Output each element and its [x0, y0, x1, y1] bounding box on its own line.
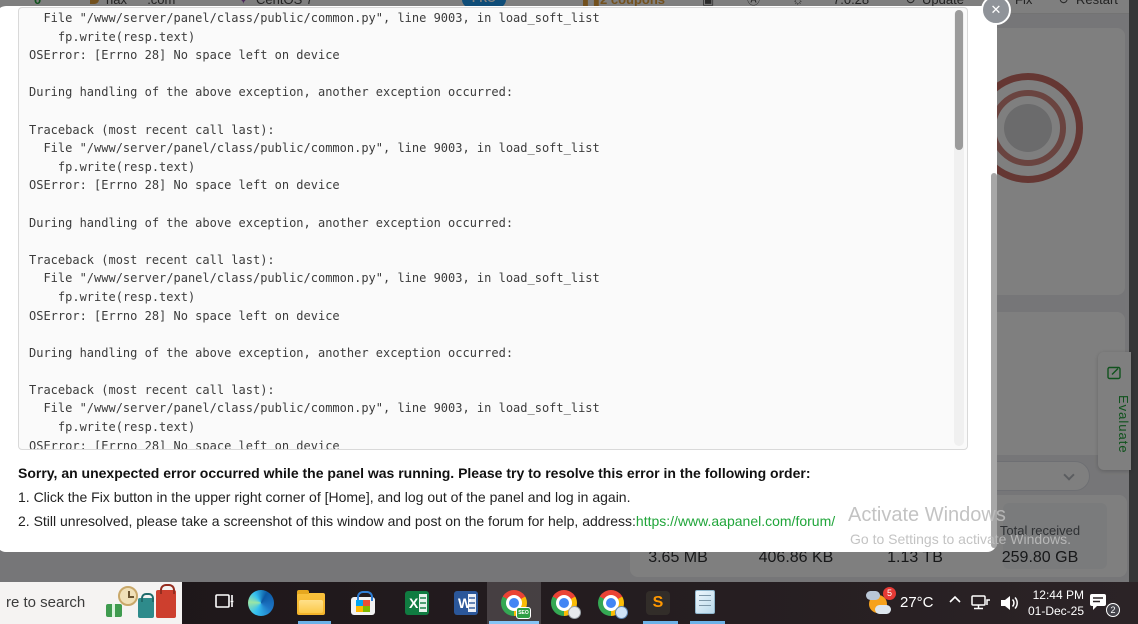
taskbar-clock[interactable]: 12:44 PM 01-Dec-25	[1022, 587, 1084, 619]
notepad-icon	[695, 590, 715, 614]
notepad-button[interactable]	[692, 590, 718, 616]
network-button[interactable]	[970, 593, 992, 624]
taskbar-search[interactable]: re to search	[0, 582, 182, 624]
excel-button[interactable]: X	[405, 590, 431, 616]
weather-button[interactable]: 5	[866, 587, 896, 617]
chrome-badge-2	[568, 606, 581, 619]
action-center-button[interactable]: 2	[1088, 591, 1120, 617]
chrome-badge-3	[615, 606, 628, 619]
error-step-1: 1. Click the Fix button in the upper rig…	[18, 489, 631, 505]
chrome-profile-badge: SEO	[516, 607, 531, 619]
edge-icon	[248, 590, 274, 616]
sublime-button[interactable]: S	[646, 590, 672, 616]
close-icon: ✕	[990, 2, 1002, 17]
network-icon	[971, 595, 990, 610]
show-hidden-icons-button[interactable]	[948, 595, 962, 624]
error-heading: Sorry, an unexpected error occurred whil…	[18, 465, 811, 481]
teal-bag-icon	[138, 593, 154, 618]
folder-icon	[297, 590, 325, 615]
word-button[interactable]: W	[454, 590, 480, 616]
clock-date: 01-Dec-25	[1027, 604, 1084, 618]
chrome-button-3[interactable]	[598, 590, 628, 619]
clock-illustration-icon	[118, 586, 138, 606]
chevron-up-icon	[949, 595, 961, 603]
store-icon	[351, 591, 375, 615]
modal-scroll-thumb[interactable]	[991, 173, 997, 548]
search-illustration	[104, 582, 182, 624]
windows-taskbar: re to search X W SEO S 5 27°C 12:44 PM 0…	[0, 582, 1138, 624]
chrome-button-active[interactable]: SEO	[501, 590, 531, 619]
gift-icon	[106, 604, 122, 617]
traceback-scroll-thumb[interactable]	[955, 10, 963, 150]
screen: 0 nax****.com ✦ CentOS 7 PRO ❚❚ 2 coupon…	[0, 0, 1138, 624]
task-view-button[interactable]	[213, 590, 239, 616]
edge-button[interactable]	[248, 590, 274, 616]
volume-icon	[1001, 596, 1018, 610]
weather-alert-badge: 5	[883, 587, 896, 600]
search-input[interactable]: re to search	[6, 594, 85, 611]
microsoft-store-button[interactable]	[351, 590, 377, 616]
error-step-2-text: 2. Still unresolved, please take a scree…	[18, 513, 636, 529]
volume-button[interactable]	[998, 593, 1020, 624]
temperature-label[interactable]: 27°C	[900, 594, 934, 611]
traceback-text[interactable]: File "/www/server/panel/class/public/com…	[19, 8, 953, 449]
word-icon: W	[454, 591, 478, 615]
error-modal: File "/www/server/panel/class/public/com…	[0, 0, 1011, 552]
notification-count-badge: 2	[1106, 603, 1120, 617]
red-bag-icon	[156, 584, 176, 618]
chrome-button-2[interactable]	[551, 590, 581, 619]
excel-icon: X	[405, 591, 429, 615]
file-explorer-button[interactable]	[297, 590, 325, 616]
cloud-icon	[866, 591, 880, 600]
error-step-2: 2. Still unresolved, please take a scree…	[18, 513, 835, 529]
traceback-box: File "/www/server/panel/class/public/com…	[18, 7, 968, 450]
sublime-icon: S	[646, 591, 670, 615]
clock-time: 12:44 PM	[1032, 588, 1084, 602]
forum-link[interactable]: https://www.aapanel.com/forum/	[636, 513, 835, 529]
